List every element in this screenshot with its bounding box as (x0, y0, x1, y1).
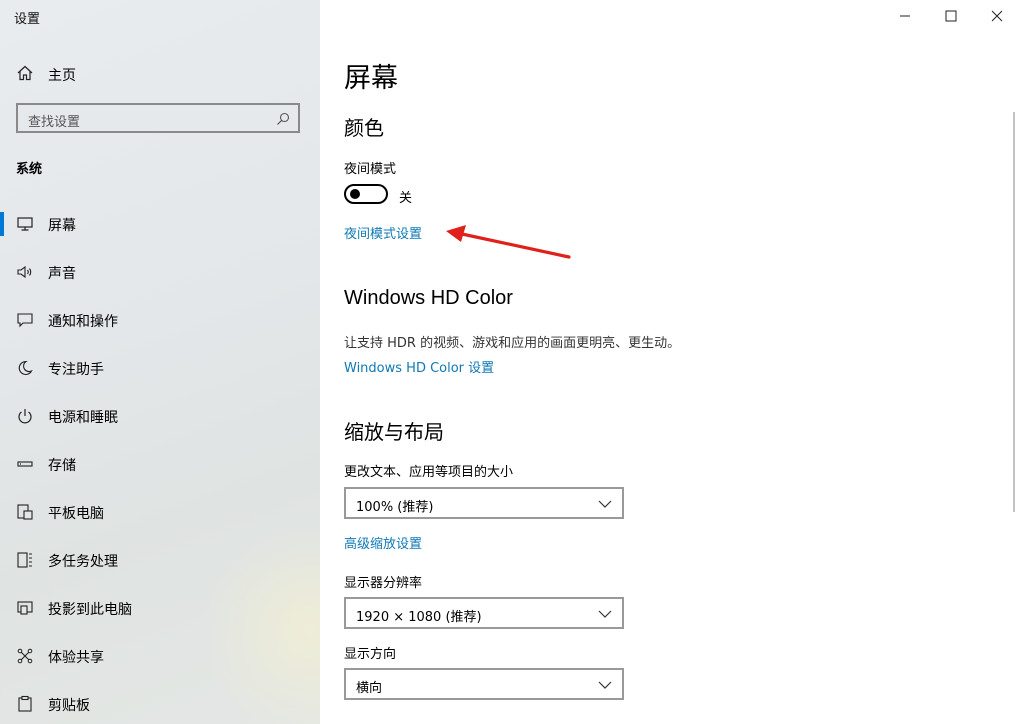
sidebar-item-label: 专注助手 (48, 362, 104, 378)
orientation-dropdown[interactable]: 横向 (344, 668, 624, 700)
text-size-dropdown[interactable]: 100% (推荐) (344, 487, 624, 519)
maximize-icon (945, 10, 957, 22)
orientation-value: 横向 (356, 681, 383, 696)
app-title: 设置 (14, 12, 41, 27)
sidebar-item-label: 存储 (48, 458, 76, 474)
search-placeholder: 查找设置 (28, 115, 81, 130)
sidebar-item-multitasking[interactable]: 多任务处理 (0, 536, 320, 584)
monitor-icon (16, 215, 34, 233)
toggle-knob (350, 189, 360, 199)
multitask-icon (16, 551, 34, 569)
chevron-down-icon (598, 610, 612, 618)
text-size-value: 100% (推荐) (356, 500, 434, 515)
search-icon[interactable] (276, 111, 290, 125)
sidebar-item-focus-assist[interactable]: 专注助手 (0, 344, 320, 392)
hdr-description: 让支持 HDR 的视频、游戏和应用的画面更明亮、更生动。 (344, 336, 681, 351)
resolution-label: 显示器分辨率 (344, 576, 423, 591)
project-icon (16, 599, 34, 617)
advanced-scaling-link[interactable]: 高级缩放设置 (344, 533, 422, 552)
resolution-dropdown[interactable]: 1920 × 1080 (推荐) (344, 597, 624, 629)
sidebar-item-label: 体验共享 (48, 650, 104, 666)
sidebar-section-title: 系统 (16, 162, 43, 177)
home-label: 主页 (48, 68, 76, 84)
orientation-label: 显示方向 (344, 647, 397, 662)
sidebar-item-label: 平板电脑 (48, 506, 104, 522)
search-input[interactable]: 查找设置 (16, 103, 300, 133)
sidebar-item-label: 多任务处理 (48, 554, 118, 570)
speaker-icon (16, 263, 34, 281)
sidebar-item-sound[interactable]: 声音 (0, 248, 320, 296)
color-section-heading: 颜色 (344, 116, 384, 140)
chevron-down-icon (598, 681, 612, 689)
sidebar-item-display[interactable]: 屏幕 (0, 200, 320, 248)
text-size-label: 更改文本、应用等项目的大小 (344, 465, 514, 480)
maximize-button[interactable] (928, 4, 974, 28)
chevron-down-icon (598, 500, 612, 508)
night-mode-label: 夜间模式 (344, 162, 397, 177)
sidebar-item-label: 剪贴板 (48, 698, 90, 714)
sidebar-item-label: 通知和操作 (48, 314, 118, 330)
power-icon (16, 407, 34, 425)
notification-icon (16, 311, 34, 329)
night-mode-state: 关 (399, 191, 413, 206)
sidebar-item-tablet[interactable]: 平板电脑 (0, 488, 320, 536)
resolution-value: 1920 × 1080 (推荐) (356, 610, 482, 625)
sidebar-item-project[interactable]: 投影到此电脑 (0, 584, 320, 632)
tablet-icon (16, 503, 34, 521)
sidebar-item-storage[interactable]: 存储 (0, 440, 320, 488)
home-icon (16, 64, 34, 82)
annotation-arrow (446, 225, 571, 259)
night-mode-settings-link[interactable]: 夜间模式设置 (344, 223, 422, 242)
hdr-section-heading: Windows HD Color (344, 287, 513, 309)
share-icon (16, 647, 34, 665)
sidebar-item-label: 投影到此电脑 (48, 602, 132, 618)
storage-icon (16, 455, 34, 473)
minimize-button[interactable] (882, 4, 928, 28)
page-title: 屏幕 (344, 63, 398, 94)
sidebar-item-label: 屏幕 (48, 218, 76, 234)
home-button[interactable]: 主页 (0, 56, 320, 92)
sidebar-item-notifications[interactable]: 通知和操作 (0, 296, 320, 344)
close-button[interactable] (974, 4, 1020, 28)
sidebar: 设置 主页 查找设置 系统 屏幕 声音 通知和操作 专注助手 电源和睡眠 存储 … (0, 0, 320, 724)
minimize-icon (900, 15, 910, 17)
sidebar-item-shared-experiences[interactable]: 体验共享 (0, 632, 320, 680)
active-indicator (0, 212, 4, 236)
clipboard-icon (16, 695, 34, 713)
sidebar-item-clipboard[interactable]: 剪贴板 (0, 680, 320, 724)
scrollbar[interactable] (1013, 112, 1015, 512)
sidebar-item-power[interactable]: 电源和睡眠 (0, 392, 320, 440)
close-icon (991, 10, 1003, 22)
scale-section-heading: 缩放与布局 (344, 420, 444, 444)
hdr-settings-link[interactable]: Windows HD Color 设置 (344, 357, 494, 376)
moon-icon (16, 359, 34, 377)
night-mode-toggle[interactable] (344, 184, 388, 204)
sidebar-item-label: 电源和睡眠 (48, 410, 118, 426)
sidebar-item-label: 声音 (48, 266, 76, 282)
